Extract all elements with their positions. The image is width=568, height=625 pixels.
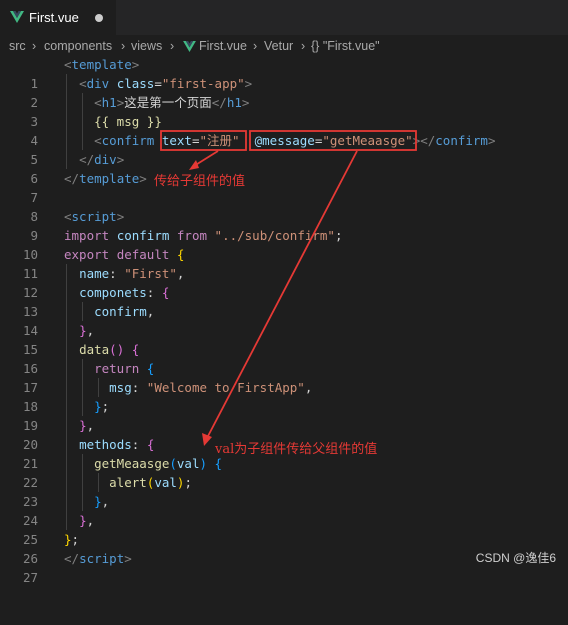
tag-name: confirm: [101, 133, 155, 148]
vue-file-icon: [183, 41, 196, 52]
chevron-right-icon: ›: [170, 39, 175, 53]
code-line: 16 data() {: [0, 340, 568, 376]
code-line: 12 name: "First",: [0, 264, 568, 300]
code-line: 11 export default {: [0, 245, 568, 281]
breadcrumb-file[interactable]: First.vue: [199, 35, 247, 57]
chevron-right-icon: ›: [121, 39, 126, 53]
code-line: 17 return {: [0, 359, 568, 395]
annotation-pass-value: 传给子组件的值: [154, 174, 246, 189]
attr-value: "注册": [199, 133, 240, 148]
attr-name: class: [116, 76, 155, 91]
code-line: 1 <template>: [0, 55, 568, 91]
breadcrumb-vetur[interactable]: Vetur: [264, 35, 293, 57]
keyword: import: [64, 228, 110, 243]
breadcrumb-src[interactable]: src: [9, 35, 26, 57]
tab-bar: First.vue: [0, 0, 568, 35]
function-name: data: [79, 342, 110, 357]
annotation-val-note: val为子组件传给父组件的值: [215, 442, 378, 457]
parameter: val: [176, 456, 200, 471]
attr-value: "first-app": [161, 76, 245, 91]
property-key: componets: [79, 285, 147, 300]
code-line: 2 <div class="first-app">: [0, 74, 568, 110]
code-line: 7 </template>: [0, 169, 568, 205]
attr-name: text: [161, 133, 192, 148]
keyword: from: [176, 228, 208, 243]
unsaved-dot-icon[interactable]: [95, 14, 103, 22]
chevron-right-icon: ›: [253, 39, 258, 53]
code-editor[interactable]: 1 <template> 2 <div class="first-app"> 3…: [0, 55, 568, 585]
tag-name: script: [71, 209, 117, 224]
parameter: val: [154, 475, 177, 490]
attr-name: @message: [254, 133, 315, 148]
breadcrumb-components[interactable]: components: [44, 35, 112, 57]
breadcrumb: src › components › views › First.vue › V…: [0, 35, 568, 57]
code-line: 26 };: [0, 530, 568, 566]
code-line: 9 <script>: [0, 207, 568, 243]
code-line: 14 confirm,: [0, 302, 568, 338]
tab-first-vue[interactable]: First.vue: [0, 0, 116, 35]
keyword: export: [64, 247, 110, 262]
code-line: 20 },: [0, 416, 568, 452]
code-line: 23 alert(val);: [0, 473, 568, 509]
code-line: 4 {{ msg }}: [0, 112, 568, 148]
tab-label: First.vue: [29, 10, 79, 25]
chevron-right-icon: ›: [301, 39, 306, 53]
interpolation: {{ msg }}: [94, 114, 162, 129]
attr-value: "getMeaasge": [322, 133, 413, 148]
property-key: methods: [79, 437, 132, 452]
tag-name: script: [79, 551, 125, 566]
code-line: 19 };: [0, 397, 568, 433]
tag-name: h1: [101, 95, 117, 110]
line-number: 27: [22, 570, 38, 585]
chevron-right-icon: ›: [32, 39, 37, 53]
code-line: 18 msg: "Welcome to FirstApp",: [0, 378, 568, 414]
property-key: msg: [109, 380, 132, 395]
code-line: 6 </div>: [0, 150, 568, 186]
tag-name: template: [71, 57, 132, 72]
tag-name: div: [94, 152, 117, 167]
property-key: name: [79, 266, 110, 281]
code-line: 3 <h1>这是第一个页面</h1>: [0, 93, 568, 129]
code-line: 8: [0, 188, 568, 224]
code-line: 10 import confirm from "../sub/confirm";: [0, 226, 568, 262]
code-line: 13 componets: {: [0, 283, 568, 319]
identifier: confirm: [116, 228, 170, 243]
string: "Welcome to FirstApp": [146, 380, 305, 395]
tag-name: div: [86, 76, 110, 91]
keyword: return: [94, 361, 140, 376]
string: "First": [124, 266, 177, 281]
vue-file-icon: [10, 11, 24, 23]
breadcrumb-views[interactable]: views: [131, 35, 162, 57]
code-line: 15 },: [0, 321, 568, 357]
watermark: CSDN @逸佳6: [475, 551, 556, 565]
identifier: confirm: [94, 304, 147, 319]
code-line: 25 },: [0, 511, 568, 547]
code-line: 5 <confirm text="注册" @message="getMeaasg…: [0, 131, 568, 167]
function-name: alert: [109, 475, 147, 490]
code-line: 24 },: [0, 492, 568, 528]
text-content: 这是第一个页面: [124, 95, 212, 110]
keyword: default: [116, 247, 170, 262]
function-name: getMeaasge: [94, 456, 170, 471]
breadcrumb-symbol[interactable]: {} "First.vue": [311, 35, 380, 57]
string: "../sub/confirm": [214, 228, 335, 243]
